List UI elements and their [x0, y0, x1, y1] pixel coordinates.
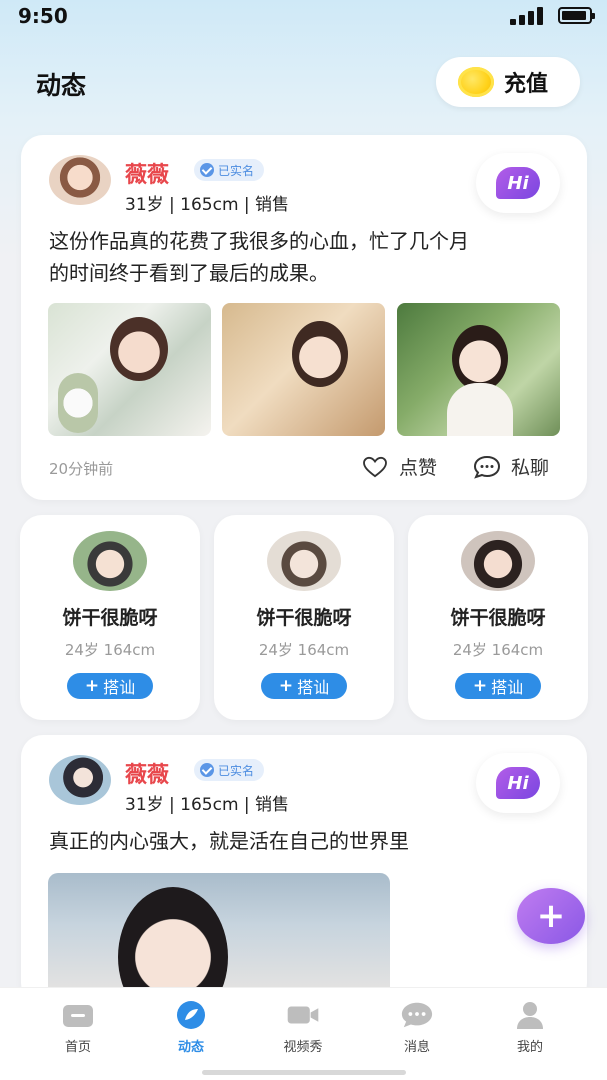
- status-bar: 9:50: [0, 0, 607, 34]
- tab-label: 首页: [64, 1040, 91, 1055]
- chat-label: 私聊: [511, 457, 550, 479]
- avatar[interactable]: [267, 531, 341, 591]
- verified-badge: 已实名: [194, 159, 265, 181]
- user-meta: 24岁 164cm: [452, 641, 544, 659]
- like-label: 点赞: [399, 457, 438, 479]
- tab-home[interactable]: 首页: [42, 1000, 114, 1055]
- home-icon: [61, 1000, 95, 1030]
- private-chat-button[interactable]: 私聊: [473, 453, 549, 480]
- plus-icon: +: [84, 676, 100, 696]
- tab-moments[interactable]: 动态: [155, 1000, 227, 1055]
- recommend-user-card[interactable]: 饼干很脆呀 24岁 164cm + 搭讪: [20, 515, 200, 720]
- hi-button[interactable]: Hi: [476, 753, 560, 813]
- tab-messages[interactable]: 消息: [381, 1000, 453, 1055]
- tab-video-show[interactable]: 视频秀: [267, 1000, 339, 1055]
- tab-bar: 首页 动态 视频秀 消息 我的: [0, 987, 607, 1080]
- tab-label: 视频秀: [283, 1040, 323, 1055]
- hi-button[interactable]: Hi: [476, 153, 560, 213]
- nickname[interactable]: 薇薇: [125, 157, 169, 189]
- recharge-button[interactable]: 充值: [436, 57, 580, 107]
- tab-label: 消息: [403, 1040, 430, 1055]
- plus-icon: +: [536, 896, 566, 936]
- post-photo[interactable]: [222, 303, 385, 436]
- verified-badge: 已实名: [194, 759, 265, 781]
- tab-label: 动态: [177, 1040, 204, 1055]
- user-name: 饼干很脆呀: [450, 607, 546, 629]
- post-card[interactable]: 薇薇 已实名 31岁 | 165cm | 销售 Hi 这份作品真的花费了我很多的…: [21, 135, 587, 500]
- accost-button[interactable]: + 搭讪: [67, 673, 153, 699]
- accost-label: 搭讪: [297, 678, 330, 697]
- accost-button[interactable]: + 搭讪: [455, 673, 541, 699]
- user-meta: 31岁 | 165cm | 销售: [125, 795, 290, 815]
- user-meta: 31岁 | 165cm | 销售: [125, 195, 290, 215]
- user-name: 饼干很脆呀: [62, 607, 158, 629]
- check-icon: [200, 163, 214, 177]
- add-post-button[interactable]: +: [517, 888, 585, 944]
- accost-button[interactable]: + 搭讪: [261, 673, 347, 699]
- verified-label: 已实名: [218, 163, 255, 178]
- post-text: 真正的内心强大，就是活在自己的世界里: [49, 829, 409, 853]
- plus-icon: +: [278, 676, 294, 696]
- verified-label: 已实名: [218, 763, 255, 778]
- plus-icon: +: [472, 676, 488, 696]
- signal-icon: [510, 7, 546, 25]
- avatar[interactable]: [461, 531, 535, 591]
- profile-icon: [513, 1000, 547, 1030]
- check-icon: [200, 763, 214, 777]
- status-time: 9:50: [18, 4, 68, 28]
- recharge-label: 充值: [504, 72, 549, 97]
- post-text: 这份作品真的花费了我很多的心血，忙了几个月 的时间终于看到了最后的成果。: [49, 225, 569, 289]
- post-time: 20分钟前: [49, 460, 114, 478]
- avatar[interactable]: [49, 755, 111, 805]
- heart-icon: [363, 456, 387, 477]
- user-meta: 24岁 164cm: [258, 641, 350, 659]
- video-icon: [286, 1000, 320, 1030]
- post-text-line: 这份作品真的花费了我很多的心血，忙了几个月: [49, 229, 469, 253]
- user-meta: 24岁 164cm: [64, 641, 156, 659]
- hi-label: Hi: [496, 767, 540, 799]
- post-photo[interactable]: [48, 303, 211, 436]
- post-text-line: 的时间终于看到了最后的成果。: [49, 261, 329, 285]
- nickname[interactable]: 薇薇: [125, 757, 169, 789]
- avatar[interactable]: [49, 155, 111, 205]
- moments-icon: [174, 1000, 208, 1030]
- post-photo[interactable]: [48, 873, 390, 1003]
- tab-profile[interactable]: 我的: [494, 1000, 566, 1055]
- like-button[interactable]: 点赞: [361, 453, 437, 480]
- page-title: 动态: [36, 71, 87, 100]
- coin-icon: [458, 67, 494, 97]
- home-indicator: [202, 1070, 406, 1075]
- tab-label: 我的: [516, 1040, 543, 1055]
- accost-label: 搭讪: [491, 678, 524, 697]
- battery-icon: [558, 7, 595, 24]
- chat-icon: [473, 455, 501, 479]
- accost-label: 搭讪: [103, 678, 136, 697]
- recommend-user-card[interactable]: 饼干很脆呀 24岁 164cm + 搭讪: [408, 515, 588, 720]
- post-photo[interactable]: [397, 303, 560, 436]
- user-name: 饼干很脆呀: [256, 607, 352, 629]
- avatar[interactable]: [73, 531, 147, 591]
- hi-label: Hi: [496, 167, 540, 199]
- message-icon: [400, 1000, 434, 1030]
- post-card[interactable]: 薇薇 已实名 31岁 | 165cm | 销售 Hi 真正的内心强大，就是活在自…: [21, 735, 587, 1005]
- recommend-user-card[interactable]: 饼干很脆呀 24岁 164cm + 搭讪: [214, 515, 394, 720]
